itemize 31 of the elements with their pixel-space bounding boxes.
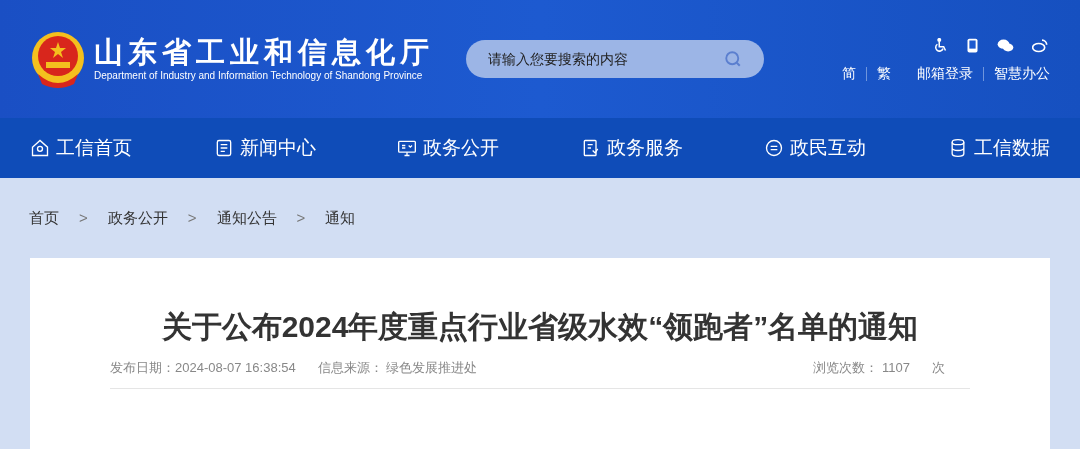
nav-item[interactable]: 政务公开: [397, 133, 500, 163]
monitor-icon: [397, 138, 418, 158]
nav-item[interactable]: 政务服务: [580, 133, 683, 163]
view-count: 浏览次数： 1107: [813, 359, 910, 377]
nav-item[interactable]: 新闻中心: [213, 133, 316, 163]
view-count-unit: 次: [932, 359, 945, 377]
breadcrumb-separator: >: [79, 207, 88, 228]
site-title: 山东省工业和信息化厅: [94, 35, 434, 69]
nav-item[interactable]: 工信数据: [947, 133, 1050, 163]
house-icon: [30, 138, 50, 158]
header-link[interactable]: 简: [842, 63, 856, 84]
breadcrumb-link[interactable]: 首页: [29, 206, 59, 230]
header-link[interactable]: 繁: [877, 63, 891, 84]
tablet-icon[interactable]: [966, 38, 979, 53]
breadcrumb-separator: >: [296, 207, 306, 228]
breadcrumb-link[interactable]: 通知公告: [216, 206, 277, 230]
emblem-logo: [30, 30, 86, 90]
nav-item[interactable]: 工信首页: [30, 133, 132, 163]
search-field[interactable]: 请输入您要搜索的内容: [466, 40, 764, 78]
wheelchair-icon[interactable]: [933, 38, 948, 53]
info-source: 信息来源： 绿色发展推进处: [317, 359, 478, 377]
site-subtitle: Department of Industry and Information Technology of Shandong Province: [94, 69, 424, 83]
breadcrumb-separator: >: [187, 207, 197, 228]
article-title: 关于公布2024年度重点行业省级水效“领跑者”名单的通知: [160, 309, 920, 345]
header-link[interactable]: 邮箱登录: [917, 63, 973, 84]
breadcrumb-link[interactable]: 政务公开: [107, 206, 168, 230]
nav-item[interactable]: 政民互动: [764, 133, 867, 163]
header-link[interactable]: 智慧办公: [994, 63, 1050, 84]
breadcrumb-link[interactable]: 通知: [325, 206, 356, 230]
chat-icon: [764, 138, 785, 158]
publish-date: 发布日期：2024-08-07 16:38:54: [110, 359, 296, 377]
